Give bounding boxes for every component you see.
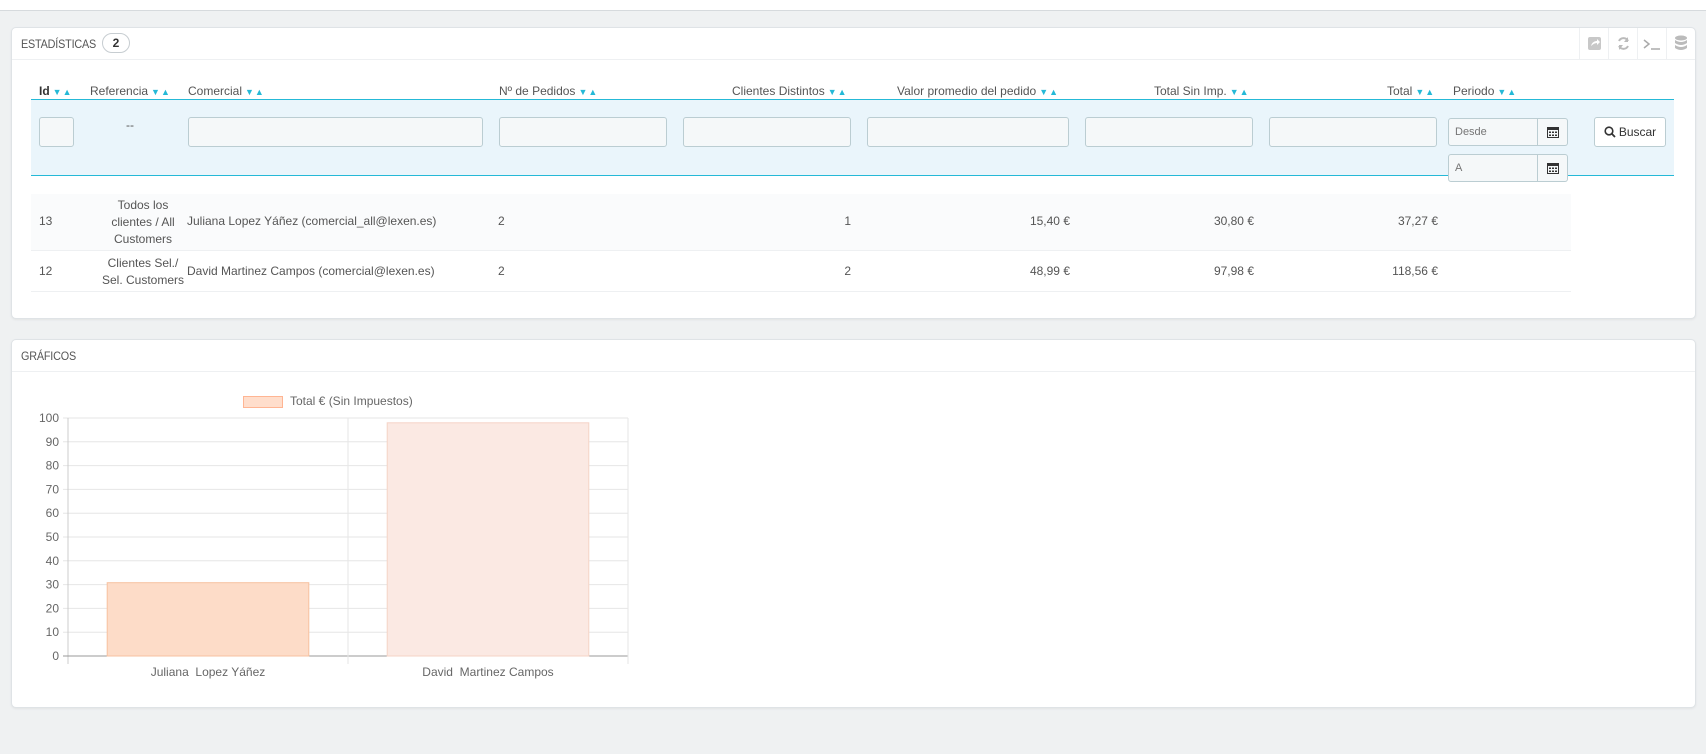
bar — [386, 422, 590, 657]
filter-valor-input[interactable] — [867, 117, 1069, 147]
col-header-valor[interactable]: Valor promedio del pedido ▼▲ — [897, 84, 1059, 98]
y-tick-label: 80 — [46, 459, 60, 473]
panel-title: GRÁFICOS — [21, 349, 76, 363]
cell-comercial: David Martinez Campos (comercial@lexen.e… — [187, 264, 435, 278]
export-icon[interactable] — [1579, 28, 1608, 59]
y-tick-label: 60 — [46, 506, 60, 520]
y-tick-label: 100 — [39, 411, 59, 425]
toolbar — [1579, 28, 1695, 60]
search-icon — [1604, 126, 1616, 138]
x-tick-label: Juliana Lopez Yáñez — [151, 665, 266, 679]
col-header-referencia[interactable]: Referencia ▼▲ — [90, 84, 171, 98]
sort-icon[interactable]: ▼▲ — [1039, 87, 1059, 97]
filter-clientes-input[interactable] — [683, 117, 851, 147]
col-header-pedidos[interactable]: Nº de Pedidos ▼▲ — [499, 84, 598, 98]
cell-valor: 15,40 € — [1029, 214, 1070, 228]
cell-pedidos: 2 — [498, 214, 505, 228]
y-tick-label: 90 — [46, 435, 60, 449]
sql-query-icon[interactable] — [1637, 28, 1666, 59]
cell-pedidos: 2 — [498, 264, 505, 278]
bar-chart: 1009080706050403020100Juliana Lopez Yáñe… — [39, 411, 629, 679]
filter-comercial-input[interactable] — [188, 117, 483, 147]
cell-valor: 48,99 € — [1029, 264, 1070, 278]
database-icon[interactable] — [1666, 28, 1695, 59]
sort-icon[interactable]: ▼▲ — [53, 87, 73, 97]
cell-comercial: Juliana Lopez Yáñez (comercial_all@lexen… — [187, 214, 437, 228]
filter-id-input[interactable] — [39, 117, 74, 147]
cell-referencia: Todos los clientes / All Customers — [111, 198, 175, 246]
filter-desde-input[interactable] — [1448, 118, 1538, 146]
panel-title: ESTADÍSTICAS — [21, 37, 97, 51]
sort-icon[interactable]: ▼▲ — [245, 87, 265, 97]
cell-total: 37,27 € — [1397, 214, 1438, 228]
cell-clientes: 2 — [844, 264, 851, 278]
y-tick-label: 10 — [46, 625, 60, 639]
x-tick-label: David Martinez Campos — [422, 665, 553, 679]
statistics-panel-heading: ESTADÍSTICAS 2 — [12, 28, 1695, 60]
search-button[interactable]: Buscar — [1594, 117, 1666, 147]
table-row: 13 Todos los clientes / All Customers Ju… — [31, 194, 1571, 251]
y-tick-label: 0 — [52, 649, 59, 663]
col-header-comercial[interactable]: Comercial ▼▲ — [188, 84, 265, 98]
top-bar — [0, 0, 1706, 11]
cell-clientes: 1 — [844, 214, 851, 228]
col-header-periodo[interactable]: Periodo ▼▲ — [1453, 84, 1517, 98]
y-tick-label: 70 — [46, 482, 60, 496]
col-header-total[interactable]: Total ▼▲ — [1387, 84, 1435, 98]
calendar-icon[interactable] — [1538, 118, 1568, 146]
sort-icon[interactable]: ▼▲ — [578, 87, 598, 97]
filter-a-input[interactable] — [1448, 154, 1538, 182]
col-header-clientes[interactable]: Clientes Distintos ▼▲ — [732, 84, 848, 98]
filter-total-input[interactable] — [1269, 117, 1437, 147]
count-badge: 2 — [102, 33, 130, 53]
cell-id: 12 — [39, 264, 53, 278]
sort-icon[interactable]: ▼▲ — [151, 87, 171, 97]
y-tick-label: 50 — [46, 530, 60, 544]
sort-icon[interactable]: ▼▲ — [1230, 87, 1250, 97]
cell-id: 13 — [39, 214, 53, 228]
y-tick-label: 30 — [46, 578, 60, 592]
refresh-icon[interactable] — [1608, 28, 1637, 59]
filter-total-sin-input[interactable] — [1085, 117, 1253, 147]
calendar-icon[interactable] — [1538, 154, 1568, 182]
cell-total-sin: 97,98 € — [1213, 264, 1254, 278]
col-header-id[interactable]: Id ▼▲ — [39, 84, 73, 98]
filter-referencia-placeholder: -- — [126, 118, 134, 132]
table-row: 12 Clientes Sel./ Sel. Customers David M… — [31, 251, 1571, 292]
sort-icon[interactable]: ▼▲ — [1415, 87, 1435, 97]
sort-icon[interactable]: ▼▲ — [828, 87, 848, 97]
bar — [106, 582, 310, 657]
y-tick-label: 20 — [46, 601, 60, 615]
filter-pedidos-input[interactable] — [499, 117, 667, 147]
cell-referencia: Clientes Sel./ Sel. Customers — [101, 256, 185, 287]
sort-icon[interactable]: ▼▲ — [1497, 87, 1517, 97]
charts-panel-heading: GRÁFICOS — [12, 340, 1695, 372]
y-tick-label: 40 — [46, 554, 60, 568]
cell-total-sin: 30,80 € — [1213, 214, 1254, 228]
cell-total: 118,56 € — [1392, 264, 1438, 278]
col-header-total-sin[interactable]: Total Sin Imp. ▼▲ — [1154, 84, 1250, 98]
